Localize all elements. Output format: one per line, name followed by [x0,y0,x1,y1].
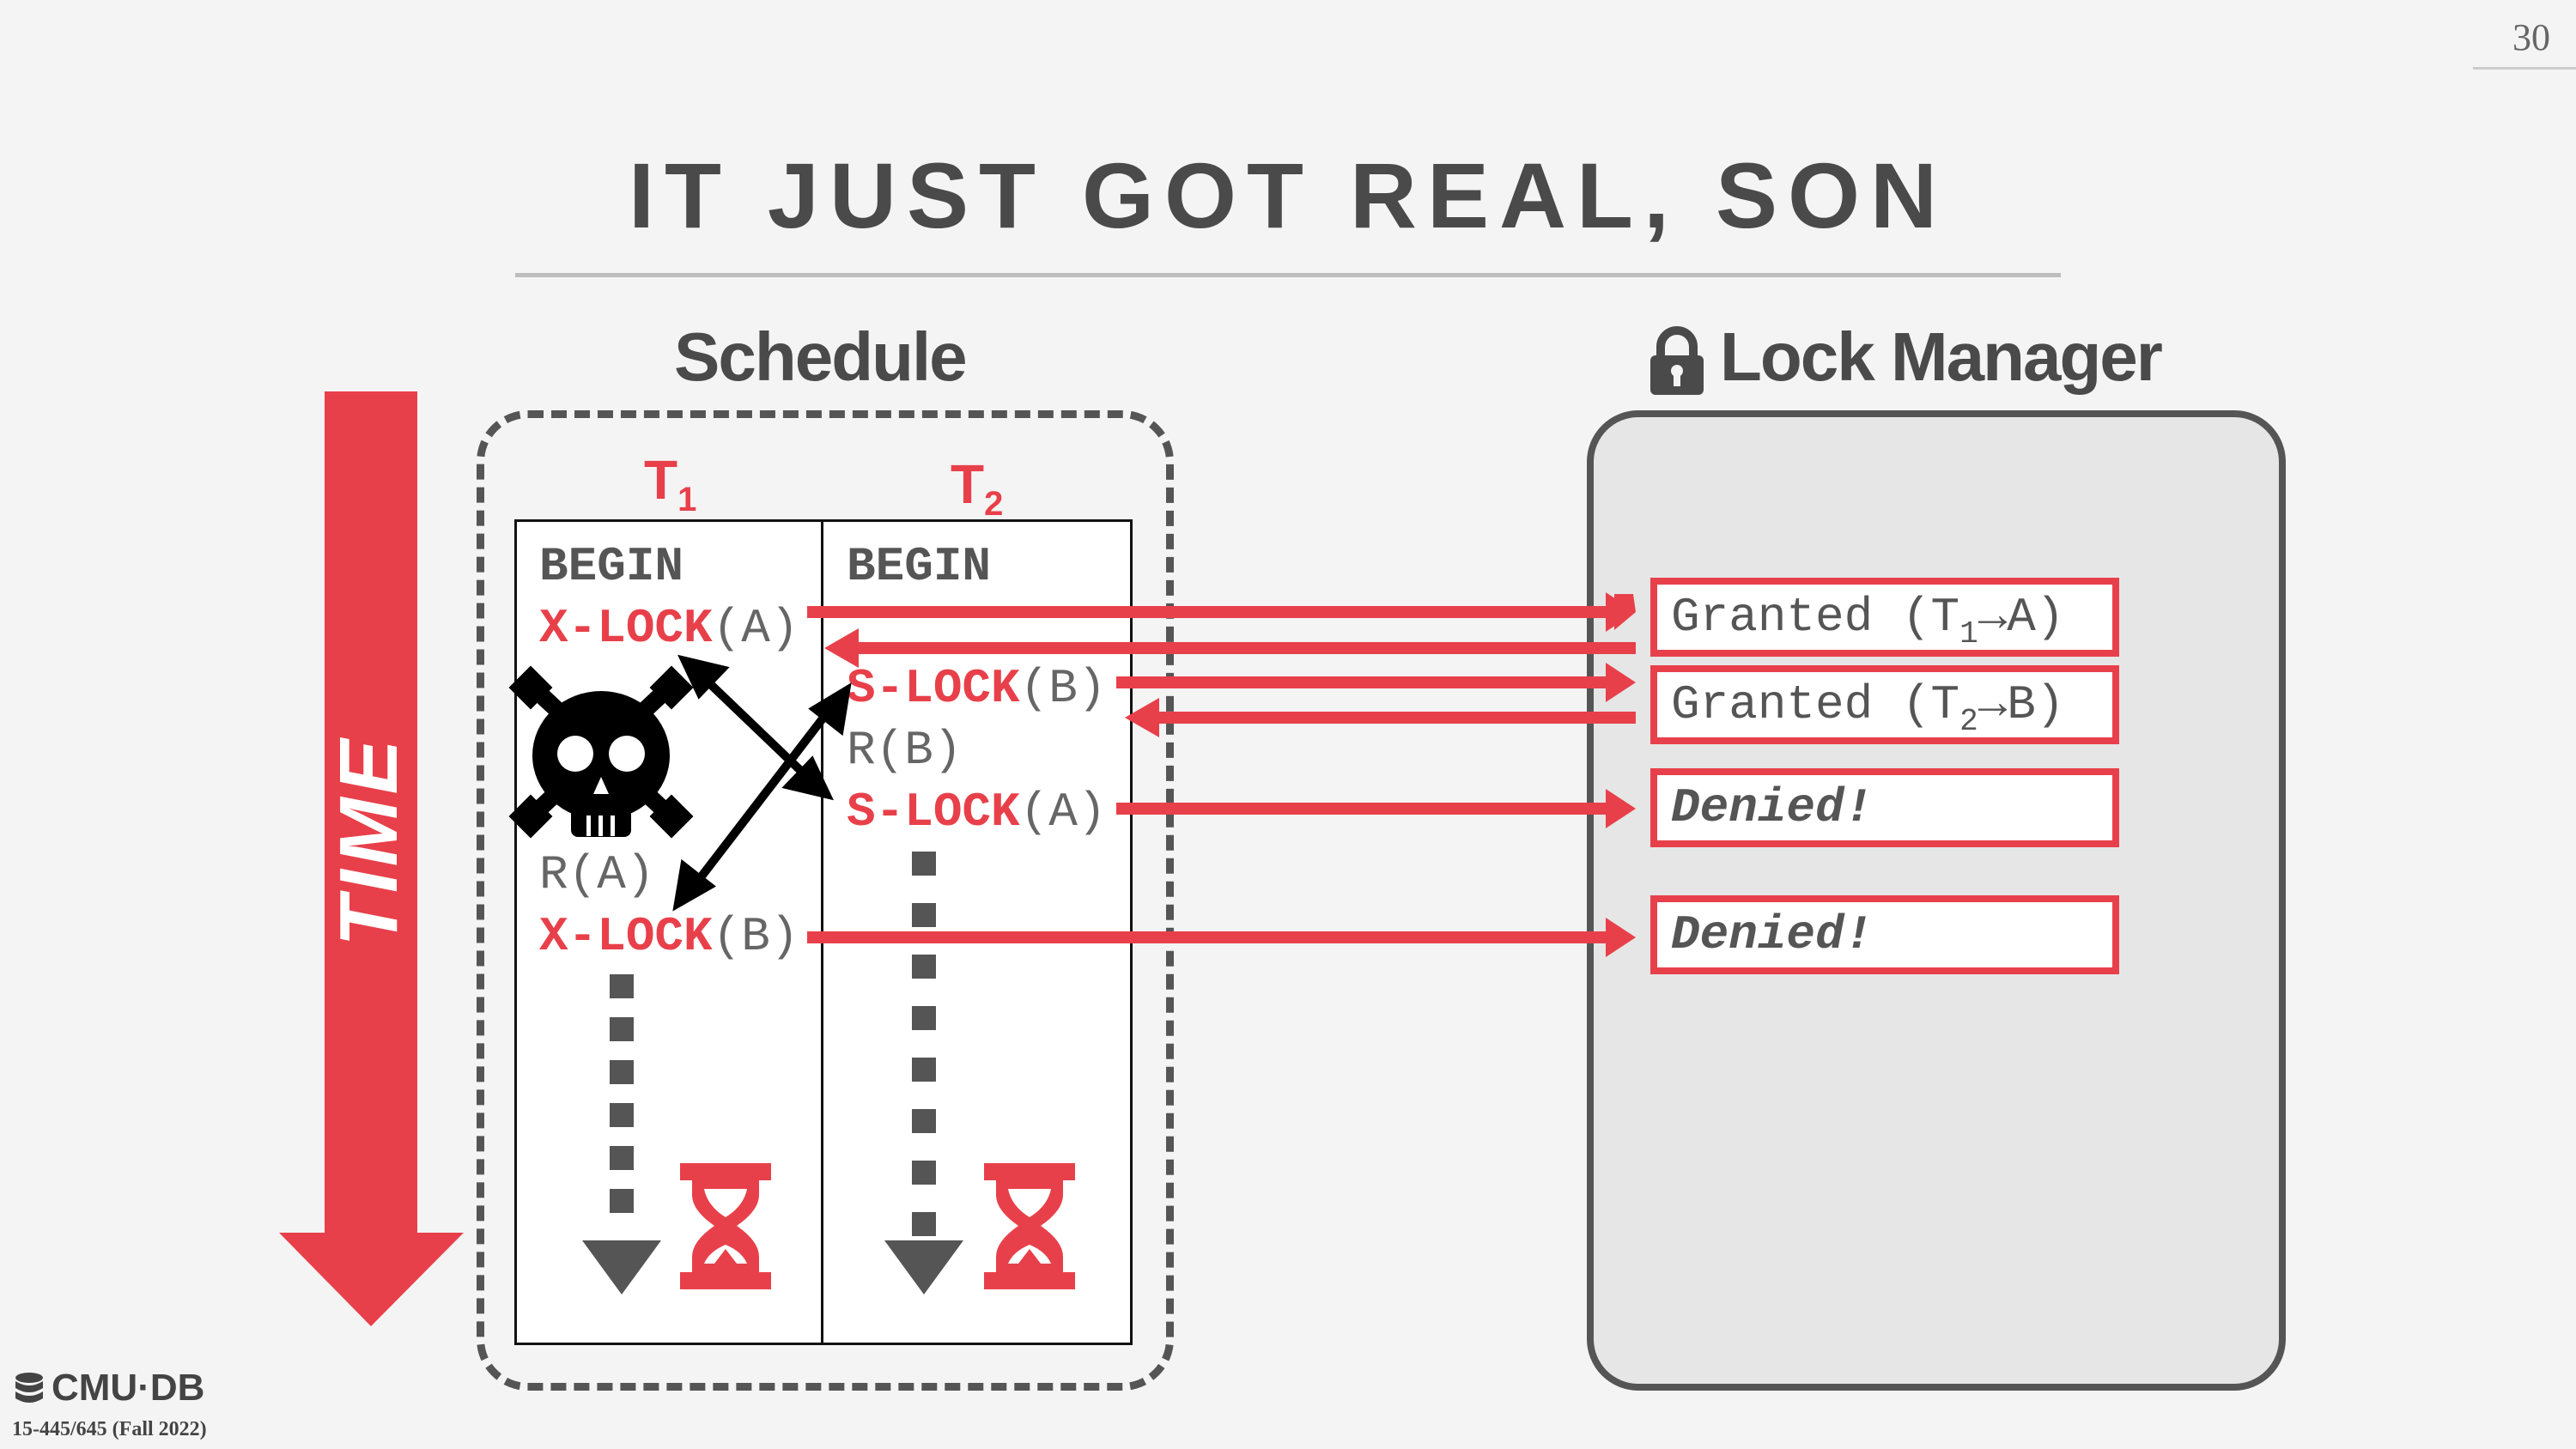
diagram-overlay [508,592,1636,1294]
request-arrow-slock-a [1116,789,1636,828]
t2-wait-arrow [884,852,963,1294]
response-arrow-granted-t2 [1125,698,1636,737]
cmu-db-logo: CMU·DB [12,1367,204,1410]
logo-text: CMU·DB [52,1367,205,1409]
t1-hourglass-icon [680,1163,771,1289]
course-label: 15-445/645 (Fall 2022) [12,1418,207,1440]
request-arrow-slock-b [1116,663,1636,702]
request-arrow-xlock-a [807,592,1636,632]
skull-crossbones-icon [508,665,694,839]
t1-wait-arrow [582,974,661,1294]
response-arrow-granted-t1 [824,628,1636,668]
t2-hourglass-icon [984,1163,1075,1289]
database-icon [15,1373,43,1403]
deadlock-arrow-a [677,654,834,801]
